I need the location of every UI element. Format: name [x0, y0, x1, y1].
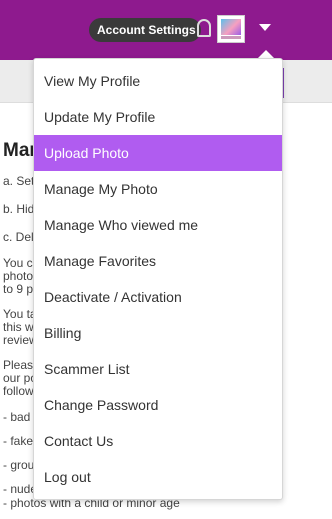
menu-item-update-profile[interactable]: Update My Profile	[34, 99, 282, 135]
account-settings-tooltip: Account Settings	[89, 18, 201, 42]
menu-item-change-password[interactable]: Change Password	[34, 387, 282, 423]
content-line: b. Hid	[3, 202, 35, 216]
page-title: Mar	[3, 140, 37, 161]
menu-item-upload-photo[interactable]: Upload Photo	[34, 135, 282, 171]
account-dropdown-menu: View My Profile Update My Profile Upload…	[33, 58, 283, 500]
content-line: - fake	[3, 434, 34, 448]
content-line: our po	[3, 371, 38, 385]
content-line: - grou	[3, 458, 35, 472]
content-line: - bad	[3, 410, 31, 424]
menu-item-billing[interactable]: Billing	[34, 315, 282, 351]
notification-icon[interactable]	[197, 19, 211, 37]
content-line: You ta	[3, 307, 37, 321]
content-line: a. Set	[3, 174, 35, 188]
dropdown-arrow	[258, 50, 274, 58]
avatar[interactable]	[217, 15, 245, 43]
content-line: to 9 p	[3, 282, 34, 296]
content-line: photo	[3, 269, 34, 283]
menu-item-log-out[interactable]: Log out	[34, 459, 282, 495]
menu-item-who-viewed[interactable]: Manage Who viewed me	[34, 207, 282, 243]
content-line: c. Del	[3, 230, 34, 244]
avatar-caption	[221, 36, 241, 39]
menu-item-favorites[interactable]: Manage Favorites	[34, 243, 282, 279]
content-line: this w	[3, 320, 34, 334]
caret-down-icon[interactable]	[259, 24, 271, 31]
content-line: Pleas	[3, 358, 34, 372]
menu-item-view-profile[interactable]: View My Profile	[34, 63, 282, 99]
content-line: follow	[3, 384, 34, 398]
content-line: - nude	[3, 482, 38, 496]
avatar-image	[221, 19, 241, 35]
menu-item-manage-photo[interactable]: Manage My Photo	[34, 171, 282, 207]
menu-item-contact-us[interactable]: Contact Us	[34, 423, 282, 459]
menu-item-deactivate[interactable]: Deactivate / Activation	[34, 279, 282, 315]
menu-item-scammer-list[interactable]: Scammer List	[34, 351, 282, 387]
